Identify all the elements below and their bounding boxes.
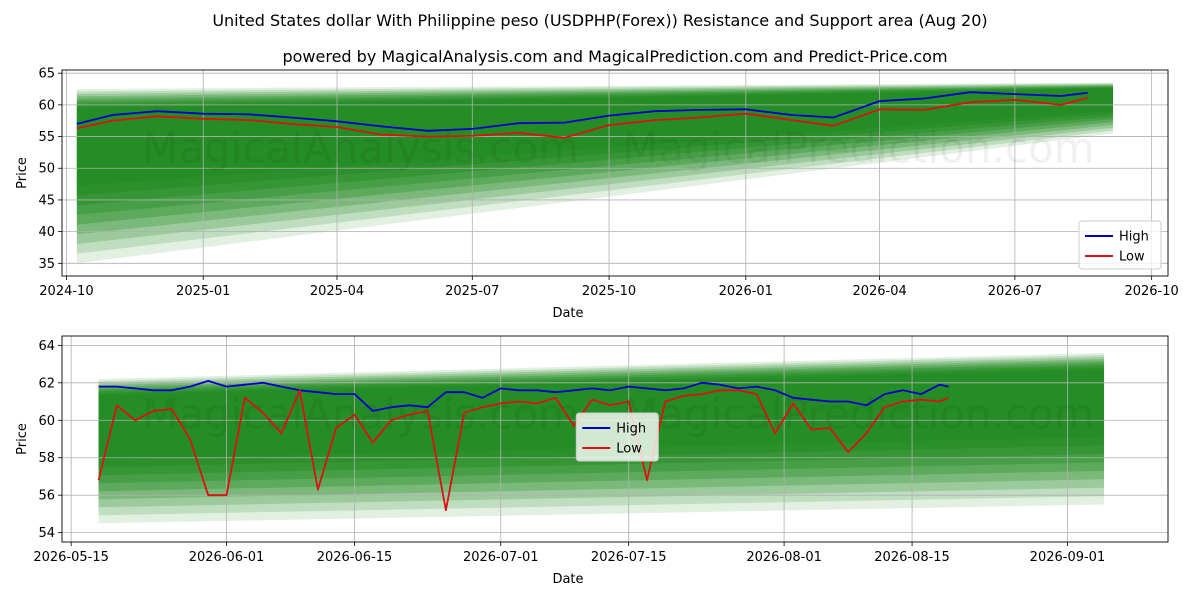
legend-label: Low <box>1119 250 1145 265</box>
y-tick-label: 58 <box>38 451 55 466</box>
x-tick-label: 2025-04 <box>310 284 364 299</box>
x-tick-label: 2025-01 <box>176 284 230 299</box>
y-tick-label: 54 <box>38 526 55 541</box>
x-tick-label: 2026-10 <box>1124 284 1178 299</box>
y-tick-label: 64 <box>38 339 55 354</box>
chart-title: United States dollar With Philippine pes… <box>212 11 987 30</box>
bottom-chart: 54 56 58 60 62 64 2026-05-15 2026-06-01 2026-06-… <box>15 335 1169 587</box>
y-tick-label: 60 <box>38 98 55 113</box>
x-tick-label: 2025-07 <box>445 284 499 299</box>
legend-label: High <box>1119 230 1149 245</box>
legend: High Low <box>1078 220 1162 270</box>
legend-label: High <box>616 422 646 437</box>
x-tick-label: 2026-08-01 <box>746 550 822 565</box>
x-tick-label: 2025-10 <box>582 284 636 299</box>
x-axis-label: Date <box>552 306 583 321</box>
watermark: MagicalPrediction.com <box>622 124 1095 173</box>
x-tick-label: 2026-07-01 <box>463 550 539 565</box>
watermark: MagicalAnalysis.com <box>142 390 579 439</box>
x-tick-label: 2026-07 <box>988 284 1042 299</box>
x-tick-label: 2026-08-15 <box>874 550 950 565</box>
x-tick-label: 2026-09-01 <box>1030 550 1106 565</box>
y-tick-label: 35 <box>38 257 55 272</box>
y-tick-label: 65 <box>38 67 55 82</box>
legend-label: Low <box>616 442 642 457</box>
y-axis-label: Price <box>15 423 30 455</box>
y-tick-label: 45 <box>38 193 55 208</box>
top-chart: 35 40 45 50 55 60 65 2024-10 2025-01 2025-04 2025-… <box>15 67 1179 321</box>
figure: United States dollar With Philippine pes… <box>15 11 1179 587</box>
y-tick-label: 55 <box>38 130 55 145</box>
legend: High Low <box>575 412 659 462</box>
x-tick-label: 2026-01 <box>719 284 773 299</box>
x-tick-label: 2026-06-01 <box>189 550 265 565</box>
y-tick-label: 40 <box>38 225 55 240</box>
x-tick-label: 2024-10 <box>39 284 93 299</box>
chart-subtitle: powered by MagicalAnalysis.com and Magic… <box>282 47 947 66</box>
y-tick-label: 62 <box>38 376 55 391</box>
x-tick-label: 2026-07-15 <box>591 550 667 565</box>
y-tick-label: 56 <box>38 489 55 504</box>
y-tick-label: 60 <box>38 414 55 429</box>
y-axis-label: Price <box>15 157 30 189</box>
watermark: MagicalPrediction.com <box>622 390 1095 439</box>
x-tick-label: 2026-06-15 <box>317 550 393 565</box>
x-axis-label: Date <box>552 572 583 587</box>
x-tick-label: 2026-05-15 <box>33 550 109 565</box>
x-tick-label: 2026-04 <box>852 284 906 299</box>
y-tick-label: 50 <box>38 162 55 177</box>
